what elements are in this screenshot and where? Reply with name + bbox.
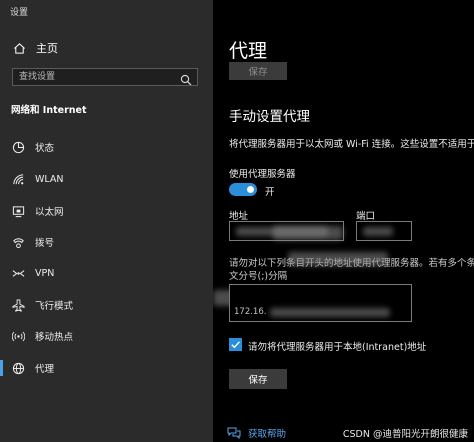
sidebar-item-hotspot[interactable]: 移动热点 (0, 323, 213, 349)
save-button[interactable]: 保存 (229, 369, 287, 389)
sidebar-item-proxy[interactable]: 代理 (0, 355, 213, 381)
section-title: 网络和 Internet (11, 105, 87, 116)
sidebar-item-label: 拨号 (35, 238, 55, 249)
exceptions-description-line2: 文分号(;)分隔 (229, 271, 288, 282)
active-indicator (0, 360, 3, 376)
sidebar-item-status[interactable]: 状态 (0, 134, 213, 160)
sidebar-item-ethernet[interactable]: 以太网 (0, 198, 213, 224)
manual-proxy-description: 将代理服务器用于以太网或 Wi-Fi 连接。这些设置不适用于 V (229, 139, 474, 150)
sidebar-item-label: 飞行模式 (35, 301, 74, 312)
window-title: 设置 (10, 8, 29, 18)
airplane-icon (11, 298, 25, 312)
sidebar-item-label: 以太网 (35, 207, 64, 218)
home-icon (12, 41, 26, 55)
redacted-port (363, 227, 393, 236)
sidebar-item-label: VPN (35, 267, 55, 279)
sidebar-item-wlan[interactable]: WLAN (0, 166, 213, 192)
redaction-smudge (273, 226, 343, 240)
search-icon[interactable] (180, 71, 192, 86)
sidebar-item-label: 代理 (35, 364, 55, 375)
top-save-button[interactable]: 保存 (229, 62, 287, 80)
help-chat-icon (227, 427, 241, 440)
toggle-knob (247, 186, 254, 193)
sidebar-item-label: 状态 (35, 143, 55, 154)
local-bypass-label: 请勿将代理服务器用于本地(Intranet)地址 (248, 342, 427, 353)
status-icon (11, 140, 25, 154)
globe-icon (11, 361, 25, 375)
exceptions-input[interactable]: 172.16. (229, 284, 412, 322)
address-label: 地址 (229, 211, 249, 222)
wifi-icon (11, 172, 25, 186)
use-proxy-label: 使用代理服务器 (229, 169, 296, 180)
vpn-icon (11, 266, 25, 280)
get-help-link[interactable]: 获取帮助 (227, 426, 286, 440)
redacted-exceptions (270, 308, 390, 317)
exceptions-partial-text: 172.16. (234, 307, 267, 317)
search-box[interactable] (12, 68, 198, 86)
manual-proxy-heading: 手动设置代理 (229, 109, 310, 125)
page-title: 代理 (229, 40, 268, 62)
get-help-label: 获取帮助 (248, 429, 287, 440)
sidebar-item-label: WLAN (35, 173, 64, 185)
csdn-watermark: CSDN @迪普阳光开朗很健康 (342, 429, 468, 440)
search-input[interactable] (19, 70, 174, 84)
sidebar-item-vpn[interactable]: VPN (0, 260, 213, 286)
ethernet-icon (11, 204, 25, 218)
local-bypass-checkbox[interactable] (229, 338, 242, 351)
dialup-icon (11, 235, 25, 249)
use-proxy-toggle[interactable] (229, 183, 257, 196)
sidebar-item-dialup[interactable]: 拨号 (0, 229, 213, 255)
port-input[interactable] (356, 221, 412, 241)
home-nav-item[interactable]: 主页 (12, 40, 58, 56)
sidebar-item-label: 移动热点 (35, 332, 74, 343)
sidebar-item-airplane[interactable]: 飞行模式 (0, 292, 213, 318)
sidebar: 设置 主页 网络和 Internet 状态 WLAN 以太网 (0, 0, 213, 442)
main-panel: 代理 保存 手动设置代理 将代理服务器用于以太网或 Wi-Fi 连接。这些设置不… (213, 0, 474, 442)
redaction-smudge (288, 252, 388, 266)
port-label: 端口 (356, 211, 376, 222)
home-label: 主页 (36, 42, 58, 55)
toggle-state-label: 开 (265, 187, 275, 198)
hotspot-icon (11, 329, 25, 343)
checkmark-icon (231, 341, 240, 349)
